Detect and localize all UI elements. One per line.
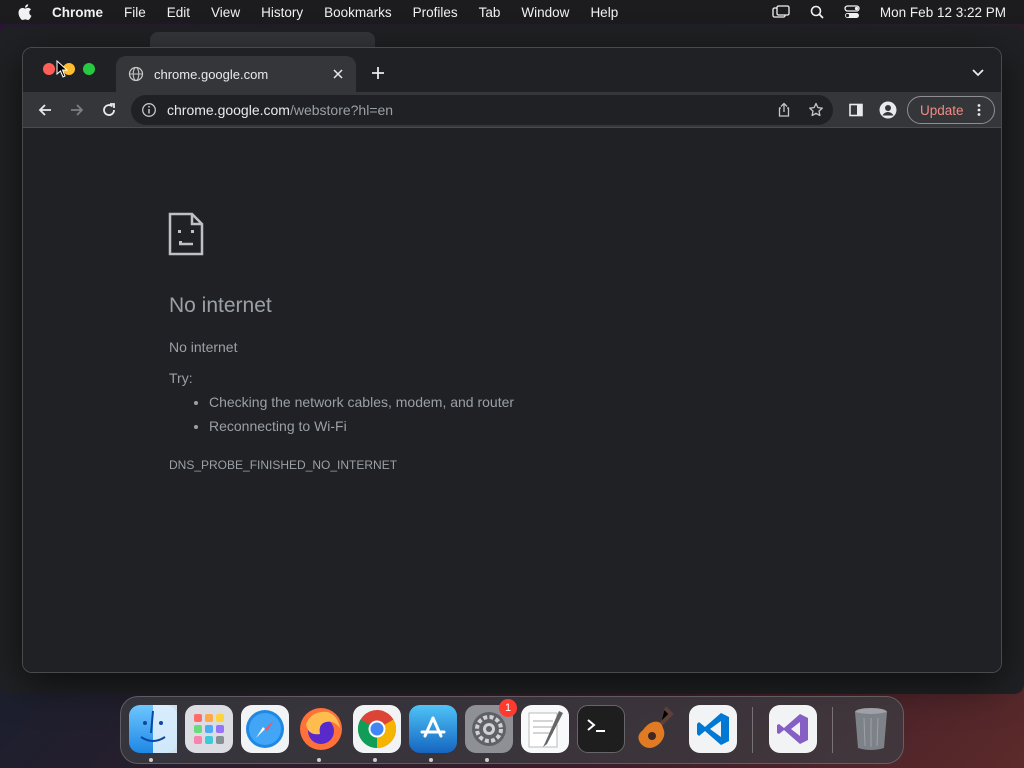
suggestion-item: Checking the network cables, modem, and … xyxy=(209,394,514,418)
mouse-cursor-icon xyxy=(56,60,68,78)
chrome-icon[interactable] xyxy=(353,705,401,753)
apple-menu-icon[interactable] xyxy=(18,4,38,20)
notification-badge: 1 xyxy=(499,699,517,717)
spotlight-search-icon[interactable] xyxy=(810,5,824,19)
menu-bookmarks[interactable]: Bookmarks xyxy=(324,5,392,20)
trash-icon[interactable] xyxy=(847,705,895,753)
menu-help[interactable]: Help xyxy=(590,5,618,20)
profile-avatar-icon[interactable] xyxy=(878,100,898,120)
garageband-icon[interactable] xyxy=(633,705,681,753)
url-host: chrome.google.com xyxy=(167,102,290,118)
running-indicator xyxy=(373,758,377,762)
chrome-window: chrome.google.com chrome.google.com/webs… xyxy=(22,47,1002,673)
globe-icon xyxy=(128,66,144,82)
error-try-label: Try: xyxy=(169,370,193,386)
suggestion-item: Reconnecting to Wi-Fi xyxy=(209,418,514,442)
sad-page-icon xyxy=(168,212,204,256)
error-title: No internet xyxy=(169,294,272,317)
textedit-icon[interactable] xyxy=(521,705,569,753)
browser-toolbar: chrome.google.com/webstore?hl=en Update xyxy=(23,92,1001,128)
menu-history[interactable]: History xyxy=(261,5,303,20)
tab-strip: chrome.google.com xyxy=(23,48,1001,92)
side-panel-icon[interactable] xyxy=(846,100,866,120)
menu-tab[interactable]: Tab xyxy=(479,5,501,20)
running-indicator xyxy=(429,758,433,762)
firefox-icon[interactable] xyxy=(297,705,345,753)
error-page: No internet No internet Try: Checking th… xyxy=(23,129,1001,672)
running-indicator xyxy=(485,758,489,762)
back-arrow-icon[interactable] xyxy=(35,100,55,120)
active-tab[interactable]: chrome.google.com xyxy=(116,56,356,92)
window-maximize-button[interactable] xyxy=(83,63,95,75)
menu-view[interactable]: View xyxy=(211,5,240,20)
update-button[interactable]: Update xyxy=(907,96,995,124)
menubar-clock[interactable]: Mon Feb 12 3:22 PM xyxy=(880,5,1006,20)
new-tab-icon[interactable] xyxy=(369,64,387,82)
finder-icon[interactable] xyxy=(129,705,177,753)
url-path: /webstore?hl=en xyxy=(289,102,394,118)
system-settings-icon[interactable]: 1 xyxy=(465,699,517,753)
address-bar[interactable]: chrome.google.com/webstore?hl=en xyxy=(131,95,833,125)
forward-arrow-icon[interactable] xyxy=(67,100,87,120)
menu-app-name[interactable]: Chrome xyxy=(52,5,103,20)
safari-icon[interactable] xyxy=(241,705,289,753)
app-store-icon[interactable] xyxy=(409,705,457,753)
running-indicator xyxy=(149,758,153,762)
tab-search-chevron-icon[interactable] xyxy=(971,65,987,81)
error-suggestion-list: Checking the network cables, modem, and … xyxy=(209,394,514,442)
dock-separator xyxy=(832,707,833,753)
dock-separator xyxy=(752,707,753,753)
launchpad-icon[interactable] xyxy=(185,705,233,753)
menu-file[interactable]: File xyxy=(124,5,146,20)
running-indicator xyxy=(317,758,321,762)
macos-menubar: Chrome File Edit View History Bookmarks … xyxy=(0,0,1024,24)
bookmark-star-icon[interactable] xyxy=(808,102,824,118)
reload-icon[interactable] xyxy=(99,100,119,120)
terminal-icon[interactable] xyxy=(577,705,625,753)
vscode-icon[interactable] xyxy=(689,705,737,753)
update-button-label: Update xyxy=(920,102,964,118)
window-close-button[interactable] xyxy=(43,63,55,75)
site-info-icon[interactable] xyxy=(141,102,157,118)
macos-dock: 1 xyxy=(120,696,904,764)
share-icon[interactable] xyxy=(776,102,792,118)
error-code: DNS_PROBE_FINISHED_NO_INTERNET xyxy=(169,458,398,472)
menu-edit[interactable]: Edit xyxy=(167,5,190,20)
error-message: No internet xyxy=(169,339,238,355)
menubar-status-area: Mon Feb 12 3:22 PM xyxy=(752,0,1006,24)
menu-window[interactable]: Window xyxy=(521,5,569,20)
more-menu-dots-icon[interactable] xyxy=(972,103,986,117)
screen-mirroring-icon[interactable] xyxy=(772,5,790,19)
tab-title: chrome.google.com xyxy=(154,66,269,82)
menu-profiles[interactable]: Profiles xyxy=(413,5,458,20)
visual-studio-icon[interactable] xyxy=(769,705,817,753)
tab-close-icon[interactable] xyxy=(330,66,346,82)
control-center-icon[interactable] xyxy=(844,5,860,19)
